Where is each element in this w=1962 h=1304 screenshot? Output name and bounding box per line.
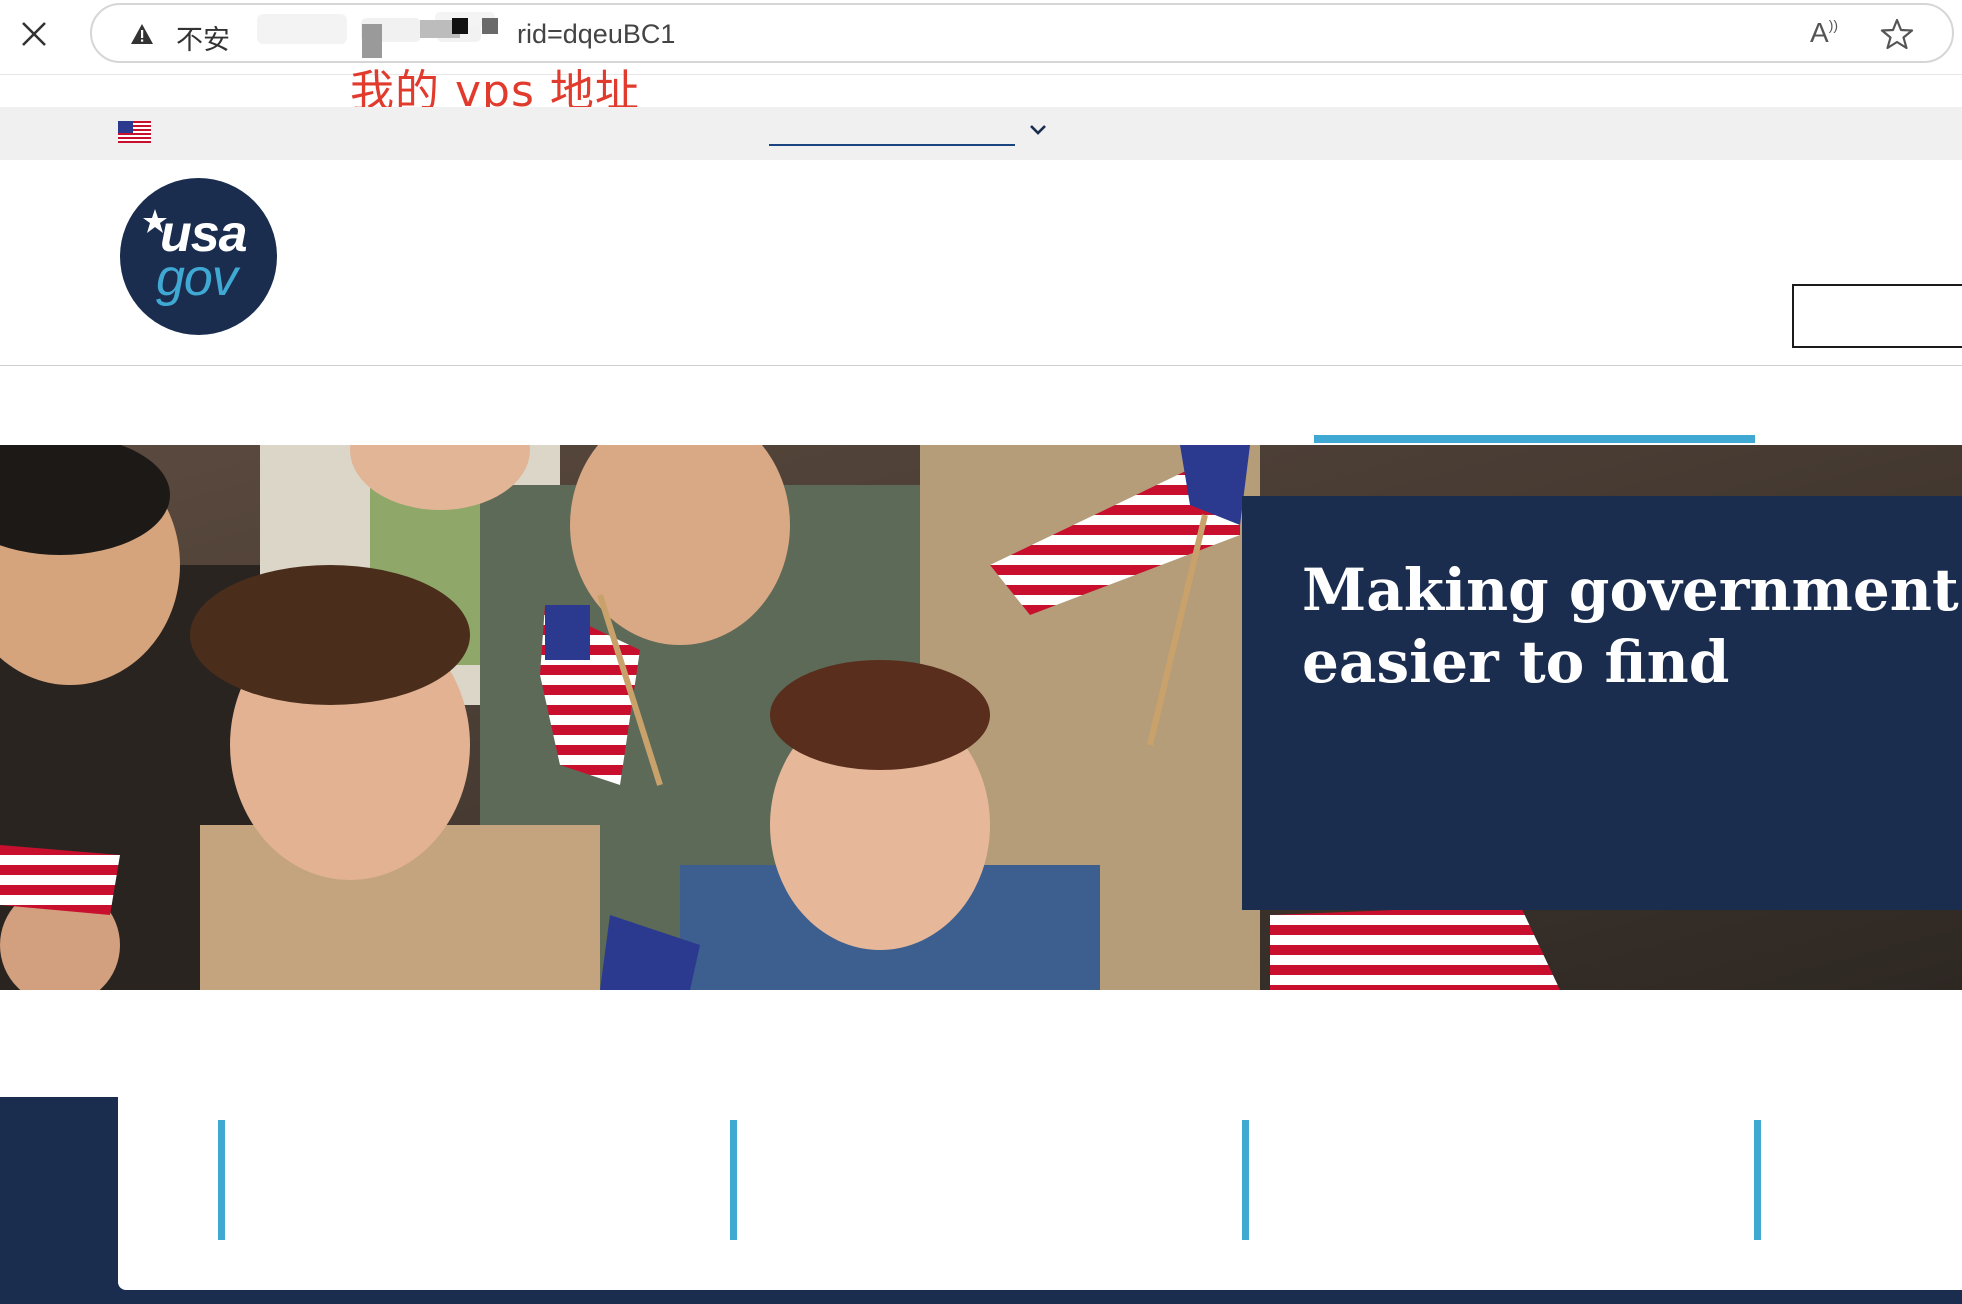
gov-banner xyxy=(0,107,1962,160)
hero-callout: Making government easier to find xyxy=(1242,496,1962,910)
toolbar-divider xyxy=(0,74,1962,75)
read-aloud-mark: )) xyxy=(1828,17,1839,33)
topic-card-accent[interactable] xyxy=(1242,1120,1249,1240)
header-divider xyxy=(0,365,1962,366)
language-selector[interactable] xyxy=(769,144,1015,146)
browser-toolbar: 不安 rid=dqeuBC1 A)) xyxy=(0,0,1962,75)
favorite-star-icon[interactable] xyxy=(1880,17,1914,51)
warning-icon xyxy=(131,24,153,44)
close-icon xyxy=(22,22,46,46)
read-aloud-icon: A xyxy=(1810,17,1829,48)
us-flag-icon xyxy=(118,121,151,143)
hero-title: Making government easier to find xyxy=(1302,554,1962,698)
read-aloud-button[interactable]: A)) xyxy=(1810,17,1838,49)
hero-title-line1: Making government xyxy=(1302,556,1959,624)
address-bar[interactable]: 不安 rid=dqeuBC1 A)) xyxy=(90,3,1954,63)
hero-title-line2: easier to find xyxy=(1302,628,1730,696)
redacted-mark xyxy=(482,18,498,34)
topic-cards-panel xyxy=(118,990,1962,1290)
search-input[interactable] xyxy=(1792,284,1962,348)
security-label[interactable]: 不安 xyxy=(176,18,230,57)
usagov-logo[interactable]: usa gov xyxy=(120,178,277,335)
redacted-mark xyxy=(452,18,468,34)
nav-active-indicator xyxy=(1314,435,1755,443)
logo-gov-text: gov xyxy=(156,249,238,307)
topic-card-accent[interactable] xyxy=(730,1120,737,1240)
topic-card-accent[interactable] xyxy=(1754,1120,1761,1240)
close-button[interactable] xyxy=(14,14,54,54)
chevron-down-icon[interactable] xyxy=(1028,123,1048,137)
url-text[interactable]: rid=dqeuBC1 xyxy=(517,19,675,50)
topic-card-accent[interactable] xyxy=(218,1120,225,1240)
